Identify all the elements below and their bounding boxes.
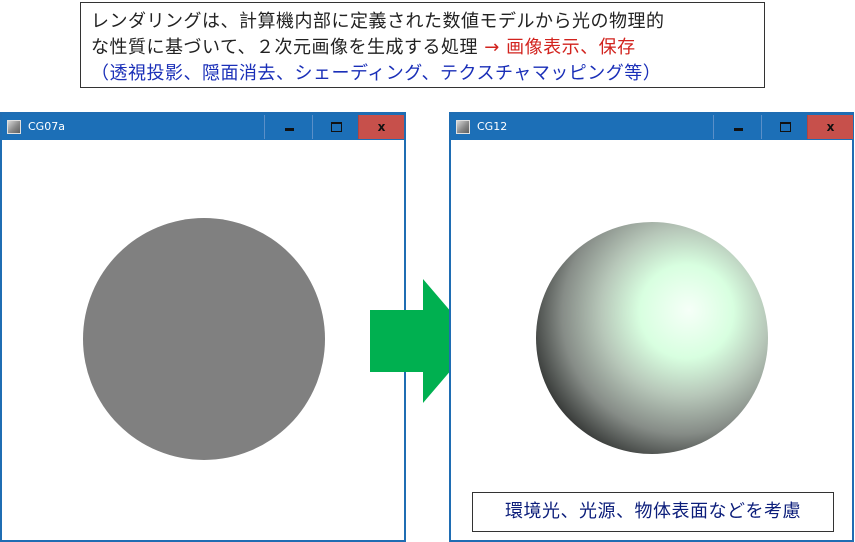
title-bar[interactable]: CG07a x [2,114,404,140]
maximize-button[interactable] [761,115,807,139]
minimize-icon [733,128,743,131]
window-title: CG12 [477,120,508,133]
close-button[interactable]: x [358,115,404,139]
app-icon [7,120,21,134]
description-line-2-main: な性質に基づいて、２次元画像を生成する処理 [91,37,479,58]
description-line-1: レンダリングは、計算機内部に定義された数値モデルから光の物理的 [91,11,665,32]
minimize-button[interactable] [713,115,761,139]
shaded-sphere [536,222,768,454]
title-bar[interactable]: CG12 x [451,114,853,140]
maximize-icon [330,122,342,132]
description-arrow-text: → 画像表示、保存 [484,37,636,58]
maximize-icon [779,122,791,132]
render-canvas [536,222,768,454]
description-box: レンダリングは、計算機内部に定義された数値モデルから光の物理的 な性質に基づいて… [80,2,765,88]
minimize-button[interactable] [264,115,312,139]
close-icon: x [377,120,386,134]
window-cg12: CG12 x [449,112,854,542]
window-cg07a: CG07a x [0,112,406,542]
description-line-3: （透視投影、隠面消去、シェーディング、テクスチャマッピング等） [91,63,662,84]
caption-box: 環境光、光源、物体表面などを考慮 [472,492,834,532]
minimize-icon [284,128,294,131]
close-icon: x [826,120,835,134]
window-title: CG07a [28,120,65,133]
slide: レンダリングは、計算機内部に定義された数値モデルから光の物理的 な性質に基づいて… [0,0,855,542]
close-button[interactable]: x [807,115,853,139]
description-line-2: な性質に基づいて、２次元画像を生成する処理 → 画像表示、保存 [91,35,754,61]
render-canvas [83,218,325,460]
app-icon [456,120,470,134]
maximize-button[interactable] [312,115,358,139]
flat-gray-circle [83,218,325,460]
